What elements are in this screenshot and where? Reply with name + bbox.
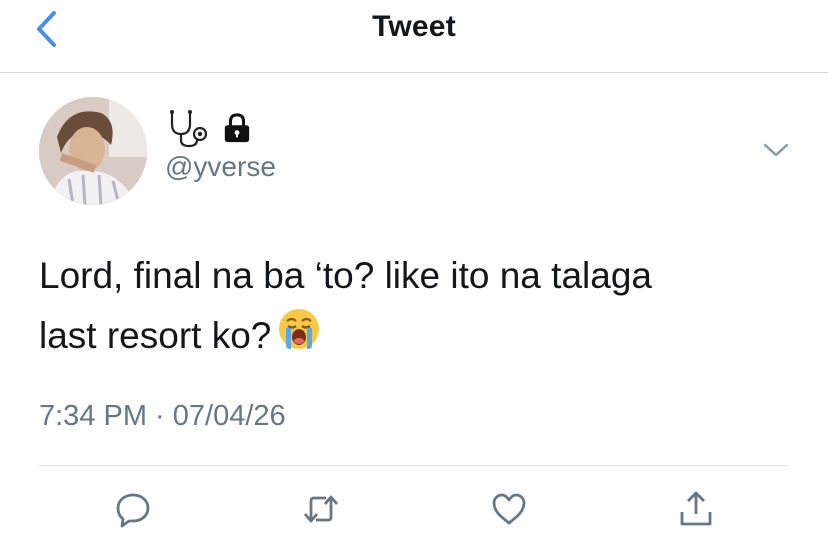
like-icon <box>492 493 526 525</box>
tweet-text-line: Lord, final na ba ‘to? like ito na talag… <box>39 255 652 296</box>
chevron-down-icon <box>763 143 789 157</box>
avatar[interactable] <box>39 97 147 205</box>
tweet-timestamp[interactable]: 7:34 PM · 07/04/26 <box>39 400 286 433</box>
stethoscope-icon <box>170 110 208 148</box>
tweet-text-segment: last resort ko? <box>39 315 272 356</box>
retweet-button[interactable] <box>300 488 342 530</box>
share-icon <box>680 491 712 526</box>
share-button[interactable] <box>675 488 717 530</box>
display-name-row <box>166 108 252 148</box>
tweet-actions-bar <box>0 488 828 532</box>
page-title: Tweet <box>372 10 456 43</box>
user-handle[interactable]: @yverse <box>165 151 276 183</box>
reply-button[interactable] <box>112 488 154 530</box>
tweet-text: Lord, final na ba ‘to? like ito na talag… <box>39 246 799 369</box>
retweet-icon <box>303 495 339 523</box>
lock-icon <box>224 113 250 143</box>
crying-emoji-icon <box>277 307 321 369</box>
tweet-text-line: last resort ko? <box>39 306 799 369</box>
divider <box>39 465 789 466</box>
top-bar: Tweet <box>0 0 828 73</box>
like-button[interactable] <box>488 488 530 530</box>
reply-icon <box>116 493 150 528</box>
tweet-options-button[interactable] <box>762 139 790 161</box>
